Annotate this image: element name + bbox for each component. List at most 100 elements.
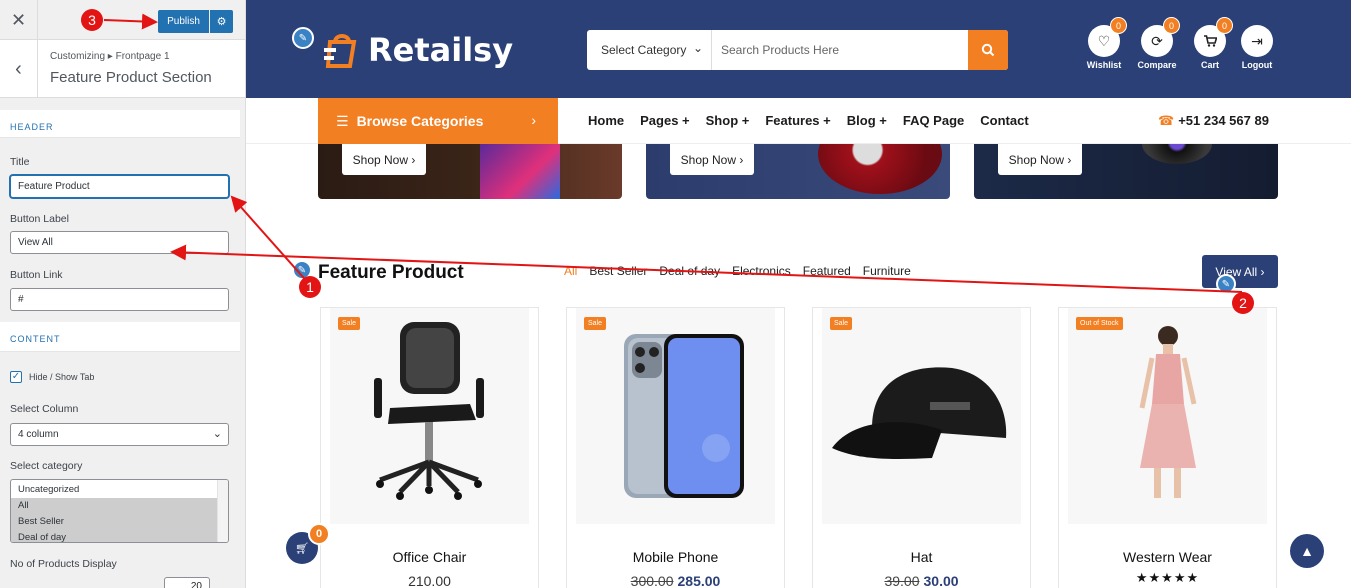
nav-item-shop[interactable]: Shop + [706,113,750,128]
nav-item-features[interactable]: Features + [765,113,830,128]
search-bar: Select Category ⌄ Search Products Here [587,30,1008,70]
title-label: Title [10,156,30,168]
price-current: 285.00 [677,573,721,588]
gear-icon[interactable]: ⚙ [210,10,233,33]
cart-link[interactable]: 0 Cart [1185,17,1235,70]
back-arrow-icon[interactable]: ‹ [0,40,38,98]
header-band: HEADER [0,110,240,138]
title-input[interactable]: Feature Product [10,175,229,198]
browse-categories-button[interactable]: ☰ Browse Categories › [318,98,558,144]
view-all-button[interactable]: View All › [1202,255,1278,288]
section-title: Feature Product Section [50,69,212,86]
product-name[interactable]: Mobile Phone [567,549,784,565]
product-card[interactable]: Out of Stock Western Wear ★★★★★ [1058,307,1277,588]
scroll-to-top-button[interactable]: ▲ [1290,534,1324,568]
promo-banner[interactable]: Shop Now › [646,144,950,199]
products-display-input[interactable]: 20 [164,577,210,588]
shop-now-button[interactable]: Shop Now › [342,144,426,175]
product-name[interactable]: Western Wear [1059,549,1276,565]
nav-item-pages[interactable]: Pages + [640,113,690,128]
cart-icon: 🛒︎ [295,542,309,555]
product-name[interactable]: Office Chair [321,549,538,565]
floating-cart-count: 0 [308,523,330,545]
nav-item-faq[interactable]: FAQ Page [903,113,964,128]
wishlist-label: Wishlist [1086,60,1122,70]
select-column-dropdown[interactable]: 4 column ⌄ [10,423,229,446]
button-label-input[interactable]: View All [10,231,229,254]
phone-number[interactable]: ☎ +51 234 567 89 [1158,113,1269,129]
floating-cart-button[interactable]: 🛒︎ 0 [286,523,330,564]
phone-image [480,144,560,199]
tab-deal-of-day[interactable]: Deal of day [659,264,720,278]
search-category-select[interactable]: Select Category ⌄ [587,30,712,70]
hide-show-tab-checkbox[interactable]: ✓ [10,371,22,383]
compare-count: 0 [1163,17,1180,34]
camera-image [1142,144,1212,164]
site-logo[interactable]: Retailsy [320,27,513,73]
price-current: 30.00 [923,573,959,588]
promo-banner[interactable]: Shop Now › [974,144,1278,199]
product-name[interactable]: Hat [813,549,1030,565]
category-option[interactable]: Best Seller [11,514,218,530]
logout-link[interactable]: ⇥ Logout [1232,25,1282,70]
heart-icon: ♡ 0 [1088,17,1127,57]
section-header: ‹ Customizing ▸ Frontpage 1 Feature Prod… [0,40,245,98]
customizer-panel: ✕ Publish ⚙ ‹ Customizing ▸ Frontpage 1 … [0,0,246,588]
product-tabs: All Best Seller Deal of day Electronics … [564,264,923,278]
chevron-down-icon: ⌄ [212,428,222,440]
search-input[interactable]: Search Products Here [721,43,839,57]
main-nav: ☰ Browse Categories › Home Pages + Shop +… [246,98,1351,144]
sale-badge: Sale [584,317,607,330]
site-header: ✎ Retailsy Select Category ⌄ Search Prod… [246,0,1351,98]
category-option[interactable]: Uncategorized [11,482,218,498]
edit-pencil-icon[interactable]: ✎ [1216,274,1236,294]
nav-item-home[interactable]: Home [588,113,624,128]
category-option[interactable]: All [11,498,218,514]
nav-links: Home Pages + Shop + Features + Blog + FA… [588,113,1045,128]
compare-label: Compare [1137,60,1177,70]
chevron-down-icon: ⌄ [692,41,703,55]
edit-pencil-icon[interactable]: ✎ [292,27,314,49]
button-link-input[interactable]: # [10,288,229,311]
search-icon[interactable] [968,30,1008,70]
annotation-marker: 3 [81,9,103,31]
customizer-topbar: ✕ Publish ⚙ [0,0,245,40]
publish-button[interactable]: Publish [158,10,209,33]
breadcrumb: Customizing ▸ Frontpage 1 [50,51,170,62]
scrollbar[interactable] [217,480,228,542]
tab-electronics[interactable]: Electronics [732,264,791,278]
shop-now-button[interactable]: Shop Now › [998,144,1082,175]
select-category-list[interactable]: Uncategorized All Best Seller Deal of da… [10,479,229,543]
products-display-label: No of Products Display [10,558,117,570]
logo-text: Retailsy [368,31,514,69]
product-price: 39.00 30.00 [813,573,1030,588]
product-card[interactable]: Sale Mobile Phone 300.00 285.00 [566,307,785,588]
arrow-up-icon: ▲ [1300,543,1314,559]
shop-now-button[interactable]: Shop Now › [670,144,754,175]
logo-bag-icon [324,34,357,68]
nav-item-contact[interactable]: Contact [980,113,1028,128]
promo-banner[interactable]: Shop Now › [318,144,622,199]
product-card[interactable]: Sale Office Chair 210.00 [320,307,539,588]
select-column-value: 4 column [18,429,59,440]
compare-link[interactable]: ⟳ 0 Compare [1132,17,1182,70]
close-icon[interactable]: ✕ [0,0,38,40]
product-card[interactable]: Sale Hat 39.00 30.00 [812,307,1031,588]
button-label-label: Button Label [10,213,69,225]
product-image: Sale [330,308,529,524]
tab-all[interactable]: All [564,264,577,278]
content-band: CONTENT [0,322,240,352]
tab-featured[interactable]: Featured [803,264,851,278]
tab-furniture[interactable]: Furniture [863,264,911,278]
chevron-right-icon: › [531,112,536,128]
annotation-marker: 2 [1232,292,1254,314]
category-option[interactable]: Deal of day [11,530,218,542]
logout-icon: ⇥ [1241,25,1273,57]
cart-icon: 0 [1194,17,1233,57]
product-image: Out of Stock [1068,308,1267,524]
wishlist-link[interactable]: ♡ 0 Wishlist [1079,17,1129,70]
nav-item-blog[interactable]: Blog + [847,113,887,128]
cart-count: 0 [1216,17,1233,34]
tab-best-seller[interactable]: Best Seller [589,264,647,278]
product-image: Sale [576,308,775,524]
